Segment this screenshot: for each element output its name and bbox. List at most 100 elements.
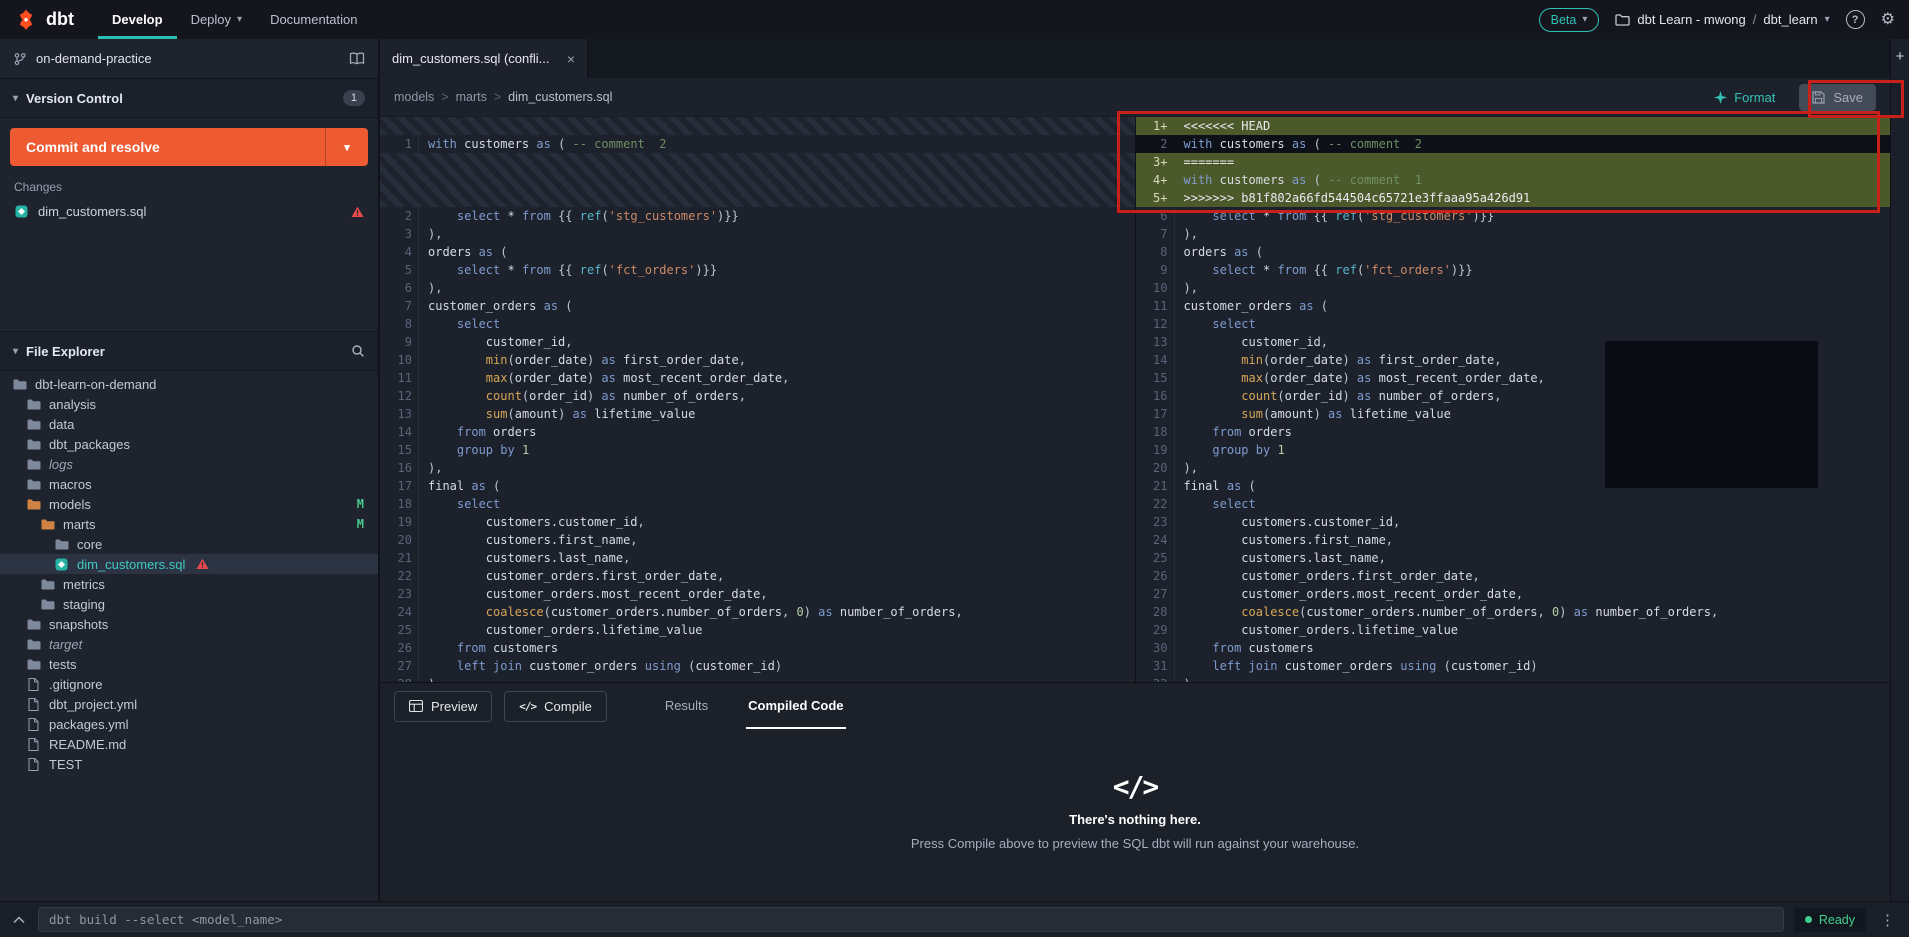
close-tab-icon[interactable]: × [567, 51, 575, 67]
beta-badge[interactable]: Beta ▾ [1539, 8, 1600, 32]
tree-item-macros[interactable]: macros [0, 474, 378, 494]
commit-and-resolve-button[interactable]: Commit and resolve ▾ [10, 128, 368, 166]
command-input[interactable] [38, 907, 1784, 932]
code-line-7: 7customer_orders as ( [380, 297, 1135, 315]
tree-item-analysis[interactable]: analysis [0, 394, 378, 414]
code-line-18: 18 select [380, 495, 1135, 513]
tree-item-dbt-learn-on-demand[interactable]: dbt-learn-on-demand [0, 374, 378, 394]
help-button[interactable]: ? [1846, 10, 1865, 29]
code-line-2: 2 select * from {{ ref('stg_customers')}… [380, 207, 1135, 225]
tree-item-staging[interactable]: staging [0, 594, 378, 614]
code-line-12: 12 select [1136, 315, 1891, 333]
editor-tab-dim-customers[interactable]: dim_customers.sql (confli... × [380, 39, 588, 78]
commit-options-chevron[interactable]: ▾ [326, 128, 368, 166]
code-text: left join customer_orders using (custome… [1174, 657, 1538, 675]
search-icon[interactable] [351, 344, 365, 358]
tree-item-dim_customers.sql[interactable]: dim_customers.sql [0, 554, 378, 574]
tree-item-tests[interactable]: tests [0, 654, 378, 674]
line-number: 20 [380, 531, 412, 549]
tree-item-target[interactable]: target [0, 634, 378, 654]
expand-history-chevron-icon[interactable] [10, 916, 28, 924]
line-number: 3 [380, 225, 412, 243]
line-number: 23 [380, 585, 412, 603]
file-explorer-title: File Explorer [26, 344, 105, 359]
code-text: customer_orders as ( [1174, 297, 1329, 315]
tree-item-models[interactable]: modelsM [0, 494, 378, 514]
tree-item-README.md[interactable]: README.md [0, 734, 378, 754]
nav-item-documentation[interactable]: Documentation [256, 0, 371, 39]
settings-gear-icon[interactable]: ⚙ [1881, 12, 1895, 28]
account-switcher[interactable]: dbt Learn - mwong / dbt_learn ▾ [1615, 12, 1829, 27]
code-line-18: 18 from orders [1136, 423, 1891, 441]
tree-item-.gitignore[interactable]: .gitignore [0, 674, 378, 694]
line-number: 14 [1136, 351, 1168, 369]
format-button[interactable]: Format [1714, 90, 1775, 105]
line-number: 23 [1136, 513, 1168, 531]
code-line-21: 21 customers.last_name, [380, 549, 1135, 567]
line-number: 5 [380, 261, 412, 279]
editor-pane-left[interactable]: 1with customers as ( -- comment 2 2 selec… [380, 117, 1135, 682]
code-text: customer_id, [418, 333, 573, 351]
dbt-home-link[interactable]: dbt [14, 8, 80, 32]
main-area: dim_customers.sql (confli... × models > ma… [380, 39, 1890, 901]
tab-compiled-code[interactable]: Compiled Code [746, 683, 845, 729]
git-branch-selector[interactable]: on-demand-practice [0, 39, 378, 78]
folder-icon [40, 579, 55, 590]
editor-pane-right[interactable]: 1+<<<<<<< HEAD2with customers as ( -- co… [1135, 117, 1891, 682]
commit-area: Commit and resolve ▾ [0, 118, 378, 170]
line-number: 9 [1136, 261, 1168, 279]
breadcrumb-separator: > [441, 90, 448, 104]
code-text: min(order_date) as first_order_date, [418, 351, 746, 369]
status-badge[interactable]: Ready [1794, 908, 1866, 932]
tab-results[interactable]: Results [663, 683, 710, 729]
commit-button-label: Commit and resolve [10, 128, 325, 166]
breadcrumb-item-dim_customers.sql[interactable]: dim_customers.sql [508, 90, 612, 104]
tree-item-dbt_packages[interactable]: dbt_packages [0, 434, 378, 454]
tree-item-label: models [49, 497, 91, 512]
nav-item-label: Develop [112, 12, 163, 27]
tree-item-label: core [77, 537, 102, 552]
code-line-20: 20), [1136, 459, 1891, 477]
version-control-header[interactable]: ▾ Version Control 1 [0, 78, 378, 118]
line-number: 17 [380, 477, 412, 495]
code-line-12: 12 count(order_id) as number_of_orders, [380, 387, 1135, 405]
tree-item-marts[interactable]: martsM [0, 514, 378, 534]
tree-item-snapshots[interactable]: snapshots [0, 614, 378, 634]
tree-item-TEST[interactable]: TEST [0, 754, 378, 774]
code-text: select [418, 315, 500, 333]
folder-open-icon [40, 519, 55, 530]
folder-icon [26, 419, 41, 430]
preview-button[interactable]: Preview [394, 691, 492, 722]
code-text: min(order_date) as first_order_date, [1174, 351, 1502, 369]
line-number: 2 [1136, 135, 1168, 153]
code-line-22: 22 select [1136, 495, 1891, 513]
project-folder-icon [1615, 14, 1630, 26]
code-text: sum(amount) as lifetime_value [418, 405, 695, 423]
file-explorer-header[interactable]: ▾ File Explorer [0, 331, 378, 371]
brand-text: dbt [46, 9, 74, 30]
tree-item-packages.yml[interactable]: packages.yml [0, 714, 378, 734]
kebab-menu-icon[interactable]: ⋮ [1876, 911, 1899, 929]
tree-item-data[interactable]: data [0, 414, 378, 434]
tree-item-logs[interactable]: logs [0, 454, 378, 474]
code-text: select [1174, 315, 1256, 333]
code-text: ), [418, 279, 442, 297]
code-text: ), [1174, 279, 1198, 297]
sparkle-icon [1714, 91, 1727, 104]
tree-item-label: README.md [49, 737, 126, 752]
changed-file-dim_customers.sql[interactable]: dim_customers.sql [0, 200, 378, 223]
tree-item-metrics[interactable]: metrics [0, 574, 378, 594]
tree-item-core[interactable]: core [0, 534, 378, 554]
breadcrumb-item-models[interactable]: models [394, 90, 434, 104]
save-button[interactable]: Save [1799, 84, 1876, 111]
add-panel-button[interactable]: + [1896, 49, 1905, 64]
nav-item-develop[interactable]: Develop [98, 0, 177, 39]
compile-button[interactable]: </> Compile [504, 691, 607, 722]
breadcrumb-item-marts[interactable]: marts [456, 90, 487, 104]
docs-reader-icon[interactable] [349, 52, 365, 65]
diff-filler-row [380, 171, 1135, 189]
tree-item-label: snapshots [49, 617, 108, 632]
tree-item-dbt_project.yml[interactable]: dbt_project.yml [0, 694, 378, 714]
code-line-1: 1with customers as ( -- comment 2 [380, 135, 1135, 153]
nav-item-deploy[interactable]: Deploy▾ [177, 0, 257, 39]
